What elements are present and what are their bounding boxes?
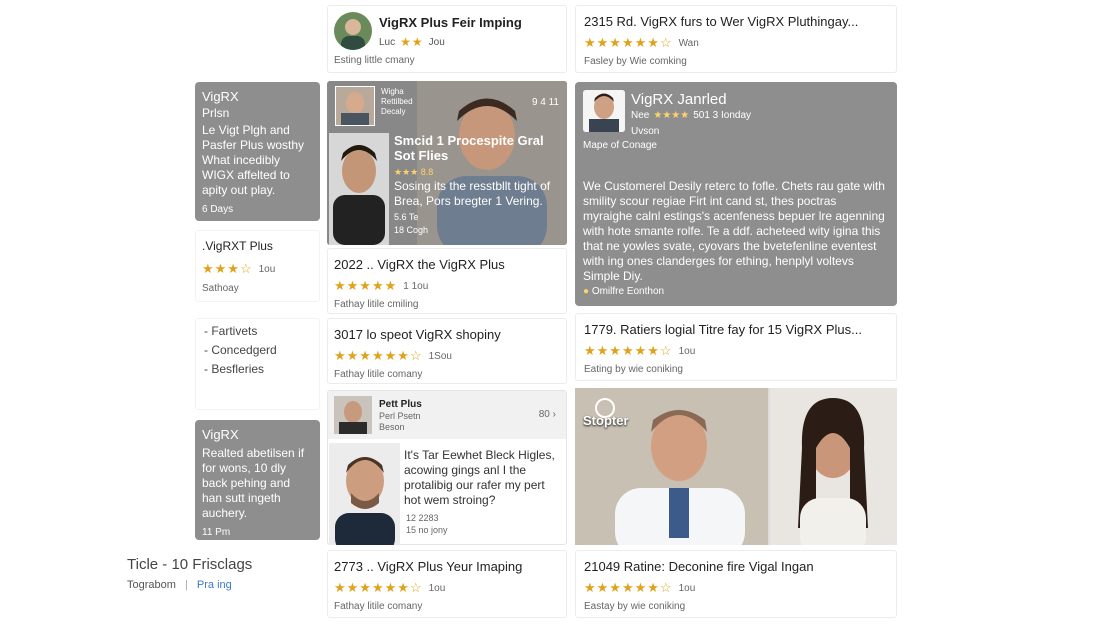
video-logo: Stopter: [583, 398, 629, 432]
left-card-footer: 6 Days: [202, 204, 234, 215]
rating-stars: ★★★★★: [334, 278, 398, 293]
left-card2-foot2: 27 6pm: [202, 540, 236, 551]
right-review-1[interactable]: 1779. Ratiers logial Titre fay for 15 Vi…: [575, 313, 897, 381]
post-role: Perl Psetn: [379, 411, 421, 421]
footer-separator: |: [184, 579, 188, 591]
review-meta: Luc: [379, 36, 396, 48]
video-card[interactable]: Stopter: [575, 388, 897, 545]
post-count[interactable]: 80 ›: [539, 409, 556, 420]
review-sub: Fathay litile comany: [334, 601, 423, 612]
rating-count: 1ou: [258, 263, 276, 275]
rating-stars: ★★★★★★☆: [584, 35, 673, 50]
rating-stars: ★★★★★★☆: [334, 348, 423, 363]
avatar: [334, 396, 372, 434]
review-sub: Eating by wie coniking: [584, 364, 683, 375]
chevron-right-icon: ›: [552, 409, 556, 420]
rating-count: 1 1ou: [403, 280, 429, 292]
review-title[interactable]: 2773 .. VigRX Plus Yeur Imaping: [334, 559, 560, 574]
rating-stars: ★★★☆: [202, 261, 253, 276]
rating-count: 1Sou: [428, 350, 452, 362]
post-meta: Beson: [379, 422, 405, 432]
rating-stars: ★★★★★★☆: [584, 580, 673, 595]
feature-small-label: Wigha Rettilbed Decaly: [381, 87, 413, 116]
post-body: It's Tar Eewhet Bleck Higles, acowing gi…: [404, 448, 555, 507]
feature-meta: Nee: [631, 110, 650, 121]
middle-review-1[interactable]: 2022 .. VigRX the VigRX Plus ★★★★★ 1 1ou…: [327, 248, 567, 314]
feature-badge: 9 4 11: [531, 97, 559, 108]
right-feature-card[interactable]: VigRX Janrled Nee ★★★★ 501 3 Ionday Uvso…: [575, 82, 897, 306]
left-list-card: - Fartivets - Concedgerd - Besfleries: [195, 318, 320, 410]
review-title[interactable]: 2315 Rd. VigRX furs to Wer VigRX Pluthin…: [584, 14, 888, 29]
left-info-card[interactable]: VigRX Prlsn Le Vigt Plgh and Pasfer Plus…: [195, 82, 320, 221]
middle-feature-card[interactable]: Wigha Rettilbed Decaly 9 4 11 Smcid 1 Pr…: [327, 81, 567, 245]
feature-meta-4: Mape of Conage: [583, 140, 657, 151]
review-sub: Eastay by wie coniking: [584, 601, 686, 612]
bottom-title-block: Ticle - 10 Frisclags Tograbom | Pra ing: [127, 556, 317, 591]
rating-count: 1ou: [428, 582, 446, 594]
review-title[interactable]: VigRX Plus Feir Imping: [379, 15, 522, 30]
feature-portrait: [329, 133, 389, 245]
feature-meta-2: 18 Cogh: [394, 225, 429, 235]
video-logo-text: Stopter: [583, 413, 629, 428]
review-title[interactable]: 1779. Ratiers logial Titre fay for 15 Vi…: [584, 322, 888, 337]
feature-name[interactable]: VigRX Janrled: [631, 91, 727, 108]
page-title: Ticle - 10 Frisclags: [127, 556, 253, 573]
feature-body: Sosing its the resstbllt tight of Brea, …: [394, 179, 551, 208]
review-title[interactable]: 2022 .. VigRX the VigRX Plus: [334, 257, 560, 272]
video-right-photo: [770, 388, 897, 545]
list-item[interactable]: - Besfleries: [204, 362, 311, 376]
rating-stars: ★★★★★★☆: [584, 343, 673, 358]
review-sub: Esting little cmany: [334, 55, 415, 66]
feature-title[interactable]: Smcid 1 Procespite Gral Sot Flies: [394, 133, 549, 163]
left-product-foot: Sathoay: [202, 283, 239, 294]
feature-footer: ● Omilfre Eonthon: [583, 286, 665, 297]
rating-stars: ★★: [400, 35, 424, 49]
post-meta-2: 15 no jony: [406, 525, 448, 535]
list-item[interactable]: - Fartivets: [204, 324, 311, 338]
feature-body: We Customerel Desily reterc to fofle. Ch…: [583, 179, 885, 283]
review-title[interactable]: 3017 lo speot VigRX shopiny: [334, 327, 560, 342]
feature-small-avatar: [335, 86, 375, 126]
feature-meta-1: 5.6 Te: [394, 212, 419, 222]
right-top-review[interactable]: 2315 Rd. VigRX furs to Wer VigRX Pluthin…: [575, 5, 897, 73]
middle-review-2[interactable]: 3017 lo speot VigRX shopiny ★★★★★★☆ 1Sou…: [327, 318, 567, 384]
rating-count: 1ou: [678, 345, 696, 357]
left-card2-body: Realted abetilsen if for wons, 10 dly ba…: [202, 446, 305, 520]
left-card-subtitle: Prlsn: [202, 106, 230, 120]
feature-meta: 501 3 Ionday: [693, 110, 752, 121]
rating-stars: ★★★★: [653, 110, 690, 121]
post-meta-1: 12 2283: [406, 513, 439, 523]
middle-post-card[interactable]: Pett Plus Perl Psetn Beson 80 › It's Tar…: [327, 390, 567, 545]
footer-link-pricing[interactable]: Pra ing: [197, 579, 232, 591]
review-sub: Fathay litile comany: [334, 369, 423, 380]
middle-top-review[interactable]: VigRX Plus Feir Imping Luc ★★ Jou Esting…: [327, 5, 567, 73]
emoji-icon: ●: [583, 286, 590, 297]
rating-stars: ★★★★★★☆: [334, 580, 423, 595]
feature-meta-3: Uvson: [631, 126, 660, 137]
avatar: [583, 90, 625, 132]
feature-meta-row: Nee ★★★★ 501 3 Ionday: [631, 110, 751, 121]
left-card-body: Le Vigt Plgh and Pasfer Plus wosthy What…: [202, 123, 305, 197]
review-title[interactable]: 21049 Ratine: Deconine fire Vigal Ingan: [584, 559, 888, 574]
post-photo: [329, 443, 400, 545]
feature-stars: ★★★ 8.8: [394, 167, 434, 177]
left-card-title: VigRX: [202, 89, 239, 104]
left-product-title: .VigRXT Plus: [202, 239, 273, 253]
rating-count: Wan: [678, 37, 699, 49]
post-author[interactable]: Pett Plus: [379, 399, 422, 410]
left-product-card[interactable]: .VigRXT Plus ★★★☆ 1ou Sathoay: [195, 230, 320, 302]
right-review-2[interactable]: 21049 Ratine: Deconine fire Vigal Ingan …: [575, 550, 897, 618]
avatar: [334, 12, 372, 50]
left-card2-title: VigRX: [202, 427, 239, 442]
rating-count: 1ou: [678, 582, 696, 594]
middle-review-3[interactable]: 2773 .. VigRX Plus Yeur Imaping ★★★★★★☆ …: [327, 550, 567, 618]
review-sub: Fasley by Wie comking: [584, 56, 687, 67]
list-item[interactable]: - Concedgerd: [204, 343, 311, 357]
review-meta: Jou: [428, 36, 445, 48]
footer-link-tograbom[interactable]: Tograbom: [127, 579, 176, 591]
left-card2-foot1: 11 Pm: [202, 527, 231, 538]
left-info-card-2[interactable]: VigRX Realted abetilsen if for wons, 10 …: [195, 420, 320, 551]
review-sub: Fathay litile cmiling: [334, 299, 419, 310]
